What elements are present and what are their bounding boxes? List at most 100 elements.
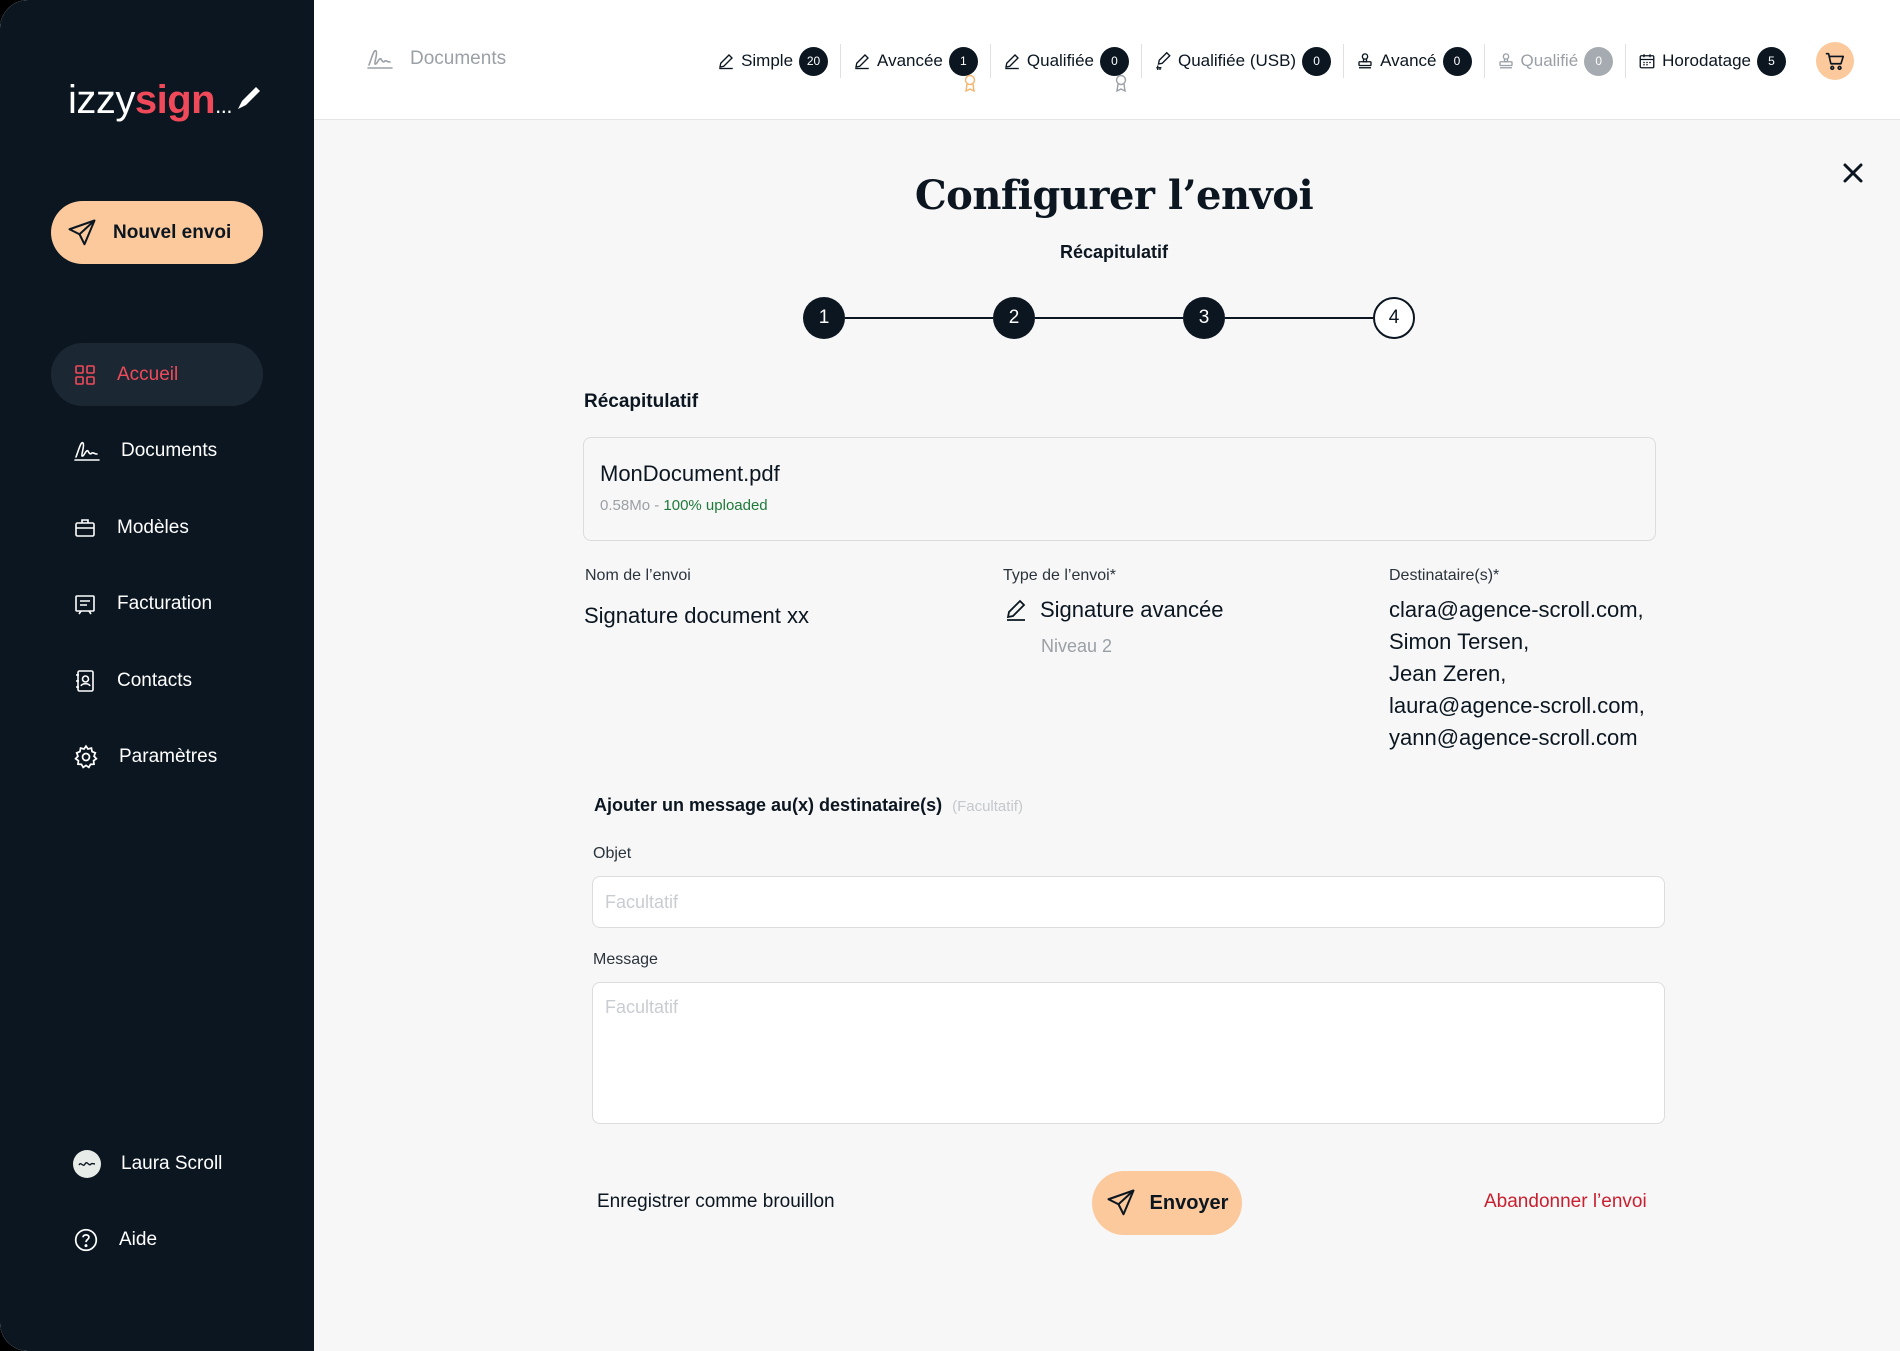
sidebar-item-aide[interactable]: Aide <box>51 1209 263 1272</box>
recipient-item: Simon Tersen, <box>1389 629 1530 654</box>
sidebar-item-label: Paramètres <box>119 746 218 767</box>
top-bar: Documents Simple 20 Avancée 1 Qualifiée … <box>314 0 1900 120</box>
calendar-icon <box>1639 54 1655 69</box>
page-subtitle: Récapitulatif <box>1059 242 1169 262</box>
optional-hint: (Facultatif) <box>952 798 1023 815</box>
new-send-button[interactable]: Nouvel envoi <box>51 201 263 264</box>
brand-logo[interactable]: izzy sign... <box>68 78 264 123</box>
counter-horodatage[interactable]: Horodatage 5 <box>1626 44 1798 78</box>
file-card: MonDocument.pdf 0.58Mo - 100% uploaded <box>583 437 1656 541</box>
save-draft-button[interactable]: Enregistrer comme brouillon <box>597 1191 835 1213</box>
message-title-text: Ajouter un message au(x) destinataire(s) <box>594 795 943 815</box>
counter-simple[interactable]: Simple 20 <box>705 44 842 78</box>
pen-icon <box>719 54 734 70</box>
send-type-level: Niveau 2 <box>1041 636 1113 656</box>
abandon-button[interactable]: Abandonner l’envoi <box>1484 1191 1647 1213</box>
file-name: MonDocument.pdf <box>600 461 780 486</box>
send-type-label: Type de l’envoi* <box>1003 567 1116 584</box>
avatar <box>73 1149 101 1178</box>
usb-pen-icon <box>1156 51 1171 70</box>
recipient-item: clara@agence-scroll.com, <box>1389 597 1644 622</box>
sidebar-item-modeles[interactable]: Modèles <box>51 496 263 559</box>
message-section-title: Ajouter un message au(x) destinataire(s)… <box>594 795 1023 816</box>
send-button-label: Envoyer <box>1149 1191 1229 1214</box>
sidebar-nav: Accueil Documents Modèles Facturation Co… <box>51 343 263 802</box>
cart-button[interactable] <box>1816 42 1854 80</box>
counter-qualifie[interactable]: Qualifié 0 <box>1485 44 1627 78</box>
step-4[interactable]: 4 <box>1373 297 1415 339</box>
send-name-value: Signature document xx <box>584 603 810 628</box>
pen-icon <box>1006 599 1026 621</box>
counter-badge: 0 <box>1100 46 1129 76</box>
award-icon <box>1115 74 1127 92</box>
recipients-list: clara@agence-scroll.com, Simon Tersen, J… <box>1389 594 1645 754</box>
sidebar-item-documents[interactable]: Documents <box>51 420 263 483</box>
grid-icon <box>75 364 95 385</box>
message-textarea[interactable] <box>592 982 1665 1124</box>
logo-text-sign: sign <box>134 78 216 122</box>
send-name-label: Nom de l’envoi <box>585 567 691 584</box>
step-3[interactable]: 3 <box>1183 297 1225 339</box>
counter-label: Avancée <box>877 51 943 70</box>
step-2[interactable]: 2 <box>993 297 1035 339</box>
recipients-label: Destinataire(s)* <box>1389 567 1500 584</box>
page-title: Configurer l’envoi <box>914 172 1314 219</box>
briefcase-icon <box>75 518 95 537</box>
logo-text-izzy: izzy <box>68 78 135 122</box>
counter-qualifiee[interactable]: Qualifiée 0 <box>991 44 1142 92</box>
recipient-item: laura@agence-scroll.com, <box>1389 693 1645 718</box>
stamp-icon <box>1358 53 1372 69</box>
counter-avancee[interactable]: Avancée 1 <box>841 44 991 92</box>
sidebar-item-label: Documents <box>121 440 218 461</box>
help-icon <box>74 1228 98 1252</box>
signature-icon <box>74 441 100 461</box>
sidebar-item-label: Accueil <box>117 363 179 385</box>
close-button[interactable] <box>1837 157 1869 189</box>
counter-badge: 0 <box>1302 46 1332 76</box>
send-type-text: Signature avancée <box>1040 597 1224 622</box>
gear-icon <box>74 744 98 769</box>
message-label: Message <box>593 951 658 968</box>
sidebar-item-label: Contacts <box>117 669 192 691</box>
stepper-line <box>1035 317 1183 319</box>
pen-icon <box>1005 54 1019 70</box>
file-size: 0.58Mo <box>600 497 651 514</box>
sidebar-item-parametres[interactable]: Paramètres <box>51 726 263 789</box>
counter-label: Qualifié <box>1520 51 1579 70</box>
stepper: 1 2 3 4 <box>803 297 1415 339</box>
user-name: Laura Scroll <box>121 1152 223 1174</box>
stepper-line <box>845 317 993 319</box>
stamp-icon <box>1498 53 1513 69</box>
send-icon <box>1107 1189 1135 1216</box>
sidebar-item-label: Aide <box>119 1229 158 1250</box>
sidebar-item-facturation[interactable]: Facturation <box>51 573 263 636</box>
sidebar-item-contacts[interactable]: Contacts <box>51 649 263 712</box>
counter-badge: 0 <box>1442 46 1472 76</box>
signature-counters: Simple 20 Avancée 1 Qualifiée 0 Qualifié… <box>705 42 1854 92</box>
counter-qualifiee-usb[interactable]: Qualifiée (USB) 0 <box>1142 44 1345 78</box>
user-profile[interactable]: Laura Scroll <box>51 1132 263 1195</box>
counter-badge: 1 <box>948 46 978 76</box>
recipient-item: Jean Zeren, <box>1389 661 1507 686</box>
send-icon <box>68 219 96 245</box>
invoice-icon <box>75 595 95 615</box>
cart-icon <box>1825 52 1845 71</box>
app-window: izzy sign... Nouvel envoi Accueil Documen… <box>0 0 1900 1351</box>
upload-status: 100% uploaded <box>663 497 768 514</box>
counter-badge: 20 <box>799 46 829 76</box>
sidebar: izzy sign... Nouvel envoi Accueil Documen… <box>0 0 314 1351</box>
breadcrumb-label: Documents <box>410 48 507 69</box>
new-send-label: Nouvel envoi <box>113 221 232 243</box>
sidebar-item-accueil[interactable]: Accueil <box>51 343 263 406</box>
breadcrumb[interactable]: Documents <box>366 47 506 71</box>
pen-icon <box>855 54 869 70</box>
section-title: Récapitulatif <box>584 391 699 412</box>
step-1[interactable]: 1 <box>803 297 845 339</box>
counter-label: Simple <box>741 51 794 70</box>
counter-avance[interactable]: Avancé 0 <box>1344 44 1485 78</box>
file-separator: - <box>650 497 664 514</box>
counter-label: Avancé <box>1380 51 1437 70</box>
send-button[interactable]: Envoyer <box>1092 1171 1242 1235</box>
signature-icon <box>367 49 393 69</box>
subject-input[interactable] <box>592 876 1665 928</box>
